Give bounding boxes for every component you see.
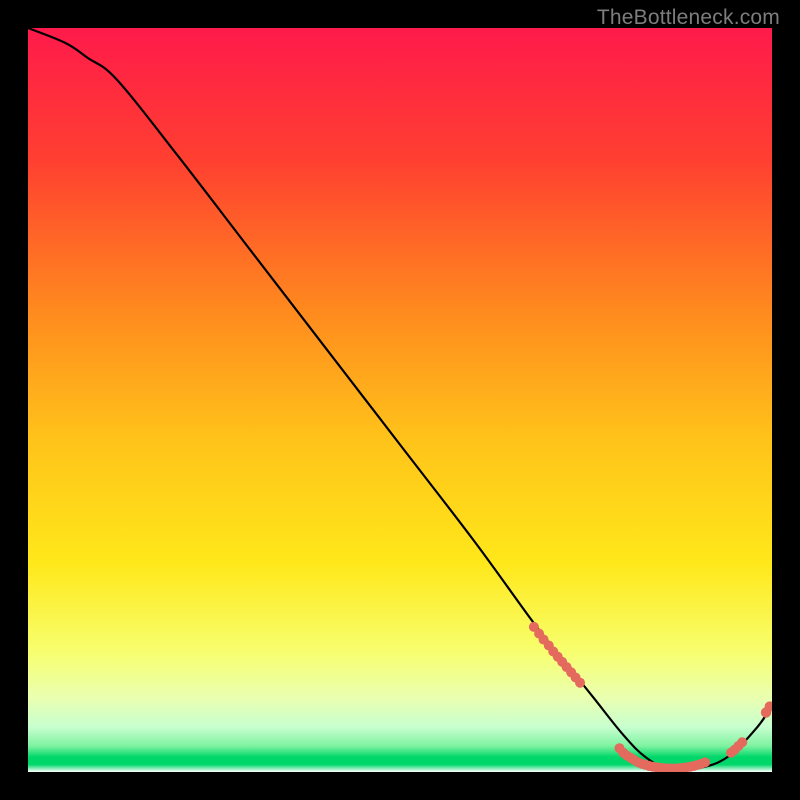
data-point (575, 678, 585, 688)
bottleneck-curve (28, 28, 772, 770)
chart-stage: TheBottleneck.com (0, 0, 800, 800)
data-point (737, 737, 747, 747)
watermark-text: TheBottleneck.com (597, 6, 780, 30)
data-point (700, 757, 710, 767)
plot-area (28, 28, 772, 772)
curve-layer (28, 28, 772, 772)
